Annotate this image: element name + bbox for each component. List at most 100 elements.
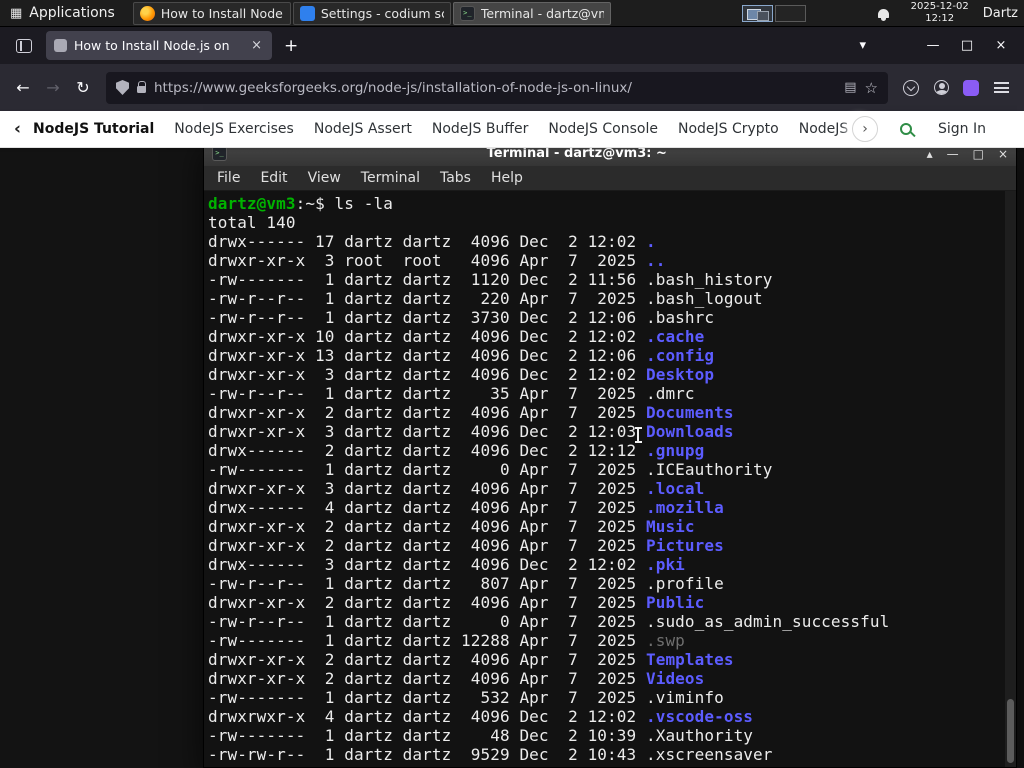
codium-icon [299, 5, 315, 21]
top-panel: ▦ Applications How to Install Node.js o.… [0, 0, 1024, 27]
search-icon[interactable] [900, 123, 912, 135]
minimize-button[interactable]: — [916, 38, 950, 53]
reload-button[interactable]: ↻ [68, 73, 98, 103]
bookmark-star-icon[interactable]: ☆ [865, 79, 878, 97]
reader-mode-icon[interactable]: ▤ [844, 80, 856, 95]
nav-item-nodejs-exercises[interactable]: NodeJS Exercises [174, 121, 294, 137]
menu-view[interactable]: View [298, 170, 351, 186]
terminal-minimize-button[interactable]: — [947, 147, 959, 161]
terminal-line: -rw-r--r-- 1 dartz dartz 220 Apr 7 2025 … [208, 289, 763, 308]
pocket-icon [903, 79, 919, 96]
menu-edit[interactable]: Edit [250, 170, 297, 186]
back-button[interactable]: ← [8, 73, 38, 103]
panel-username: Dartz [982, 5, 1018, 21]
firefox-view-icon[interactable] [16, 38, 32, 53]
list-all-tabs-button[interactable]: ▾ [851, 38, 874, 53]
extension-button[interactable] [956, 73, 986, 103]
workspace-2[interactable] [774, 4, 806, 22]
terminal-line: drwxr-xr-x 2 dartz dartz 4096 Apr 7 2025… [208, 536, 724, 555]
terminal-shade-button[interactable]: ▴ [927, 147, 933, 161]
terminal-output[interactable]: dartz@vm3:~$ ls -la total 140 drwx------ 1… [204, 191, 1016, 767]
workspace-1[interactable] [741, 4, 773, 22]
taskbar-button-label: How to Install Node.js o... [160, 5, 284, 21]
tab-close-icon[interactable]: × [249, 38, 264, 53]
terminal-line: drwx------ 4 dartz dartz 4096 Apr 7 2025… [208, 498, 724, 517]
notification-bell-icon[interactable] [877, 8, 889, 21]
firefox-navigation-toolbar: ← → ↻ ▤ ☆ [0, 64, 1024, 111]
terminal-line: drwx------ 17 dartz dartz 4096 Dec 2 12:… [208, 232, 656, 251]
taskbar-button-label: Terminal - dartz@vm3: ~ [480, 5, 604, 21]
hamburger-menu-icon [993, 82, 1009, 93]
close-button[interactable]: × [984, 38, 1018, 53]
workspace-switcher [741, 4, 806, 22]
account-icon [933, 80, 949, 95]
clock-time: 12:12 [925, 13, 955, 24]
applications-grid-icon: ▦ [10, 5, 23, 21]
nav-scroll-right-button[interactable]: › [852, 116, 878, 142]
nav-scroll-left-icon[interactable]: ‹ [14, 119, 21, 139]
panel-clock[interactable]: 2025-12-02 12:12 [911, 1, 969, 25]
pocket-button[interactable] [896, 73, 926, 103]
terminal-line: -rw-rw-r-- 1 dartz dartz 9529 Dec 2 10:4… [208, 745, 773, 764]
terminal-line: drwxr-xr-x 3 dartz dartz 4096 Dec 2 12:0… [208, 365, 715, 384]
nav-item-nodejs-dns[interactable]: NodeJS DNS [799, 121, 852, 137]
nav-item-nodejs-tutorial[interactable]: NodeJS Tutorial [33, 121, 154, 137]
nav-item-nodejs-assert[interactable]: NodeJS Assert [314, 121, 412, 137]
menu-help[interactable]: Help [481, 170, 533, 186]
nav-item-nodejs-buffer[interactable]: NodeJS Buffer [432, 121, 529, 137]
terminal-line: drwxr-xr-x 2 dartz dartz 4096 Apr 7 2025… [208, 650, 734, 669]
terminal-line: -rw------- 1 dartz dartz 48 Dec 2 10:39 … [208, 726, 754, 745]
account-button[interactable] [926, 73, 956, 103]
url-bar[interactable]: ▤ ☆ [106, 71, 888, 104]
terminal-line: -rw------- 1 dartz dartz 532 Apr 7 2025 … [208, 688, 724, 707]
terminal-scrollbar[interactable] [1005, 191, 1016, 767]
terminal-line: dartz@vm3:~$ ls -la [208, 194, 393, 213]
nav-item-nodejs-console[interactable]: NodeJS Console [548, 121, 658, 137]
terminal-menubar: File Edit View Terminal Tabs Help [204, 166, 1016, 191]
https-lock-icon[interactable] [137, 81, 146, 93]
terminal-line: drwxr-xr-x 2 dartz dartz 4096 Apr 7 2025… [208, 669, 705, 688]
terminal-line: drwxr-xr-x 13 dartz dartz 4096 Dec 2 12:… [208, 346, 715, 365]
url-input[interactable] [154, 79, 837, 96]
menu-tabs[interactable]: Tabs [430, 170, 481, 186]
firefox-icon [139, 5, 155, 21]
terminal-line: drwxr-xr-x 3 root root 4096 Apr 7 2025 .… [208, 251, 666, 270]
app-menu-button[interactable] [986, 73, 1016, 103]
firefox-tab-bar: How to Install Node.js on × + ▾ — □ × [0, 27, 1024, 64]
taskbar-button-firefox[interactable]: How to Install Node.js o... [132, 1, 291, 25]
terminal-line: drwxr-xr-x 3 dartz dartz 4096 Dec 2 12:0… [208, 422, 734, 441]
applications-menu-button[interactable]: ▦ Applications [0, 0, 125, 26]
browser-window-controls: — □ × [916, 38, 1018, 53]
taskbar-button-terminal[interactable]: >_ Terminal - dartz@vm3: ~ [452, 1, 611, 25]
sign-in-button[interactable]: Sign In [938, 121, 986, 137]
clock-date: 2025-12-02 [910, 1, 969, 12]
menu-file[interactable]: File [207, 170, 250, 186]
terminal-line: -rw------- 1 dartz dartz 12288 Apr 7 202… [208, 631, 685, 650]
extension-icon [963, 79, 979, 96]
terminal-line: -rw-r--r-- 1 dartz dartz 0 Apr 7 2025 .s… [208, 612, 890, 631]
terminal-line: -rw-r--r-- 1 dartz dartz 35 Apr 7 2025 .… [208, 384, 695, 403]
tab-favicon [54, 39, 67, 52]
panel-right-cluster: 2025-12-02 12:12 Dartz [741, 0, 1024, 26]
menu-terminal[interactable]: Terminal [351, 170, 430, 186]
terminal-line: drwxr-xr-x 2 dartz dartz 4096 Apr 7 2025… [208, 403, 734, 422]
gfg-nav-items: NodeJS Tutorial NodeJS Exercises NodeJS … [33, 121, 852, 137]
applications-label: Applications [29, 5, 115, 21]
terminal-icon: >_ [459, 5, 475, 21]
tracking-protection-shield-icon[interactable] [116, 80, 129, 95]
terminal-line: -rw-r--r-- 1 dartz dartz 807 Apr 7 2025 … [208, 574, 724, 593]
terminal-line: total 140 [208, 213, 296, 232]
terminal-line: -rw------- 1 dartz dartz 0 Apr 7 2025 .I… [208, 460, 773, 479]
browser-tab[interactable]: How to Install Node.js on × [46, 31, 272, 60]
new-tab-button[interactable]: + [272, 36, 310, 56]
terminal-line: drwxr-xr-x 3 dartz dartz 4096 Apr 7 2025… [208, 479, 705, 498]
nav-item-nodejs-crypto[interactable]: NodeJS Crypto [678, 121, 779, 137]
terminal-maximize-button[interactable]: □ [973, 147, 984, 161]
maximize-button[interactable]: □ [950, 38, 984, 53]
terminal-close-button[interactable]: × [998, 147, 1008, 161]
terminal-line: drwx------ 2 dartz dartz 4096 Dec 2 12:1… [208, 441, 705, 460]
terminal-line: drwxr-xr-x 2 dartz dartz 4096 Apr 7 2025… [208, 517, 695, 536]
forward-button[interactable]: → [38, 73, 68, 103]
taskbar-button-codium[interactable]: Settings - codium script... [292, 1, 451, 25]
terminal-scrollbar-thumb[interactable] [1007, 699, 1014, 763]
